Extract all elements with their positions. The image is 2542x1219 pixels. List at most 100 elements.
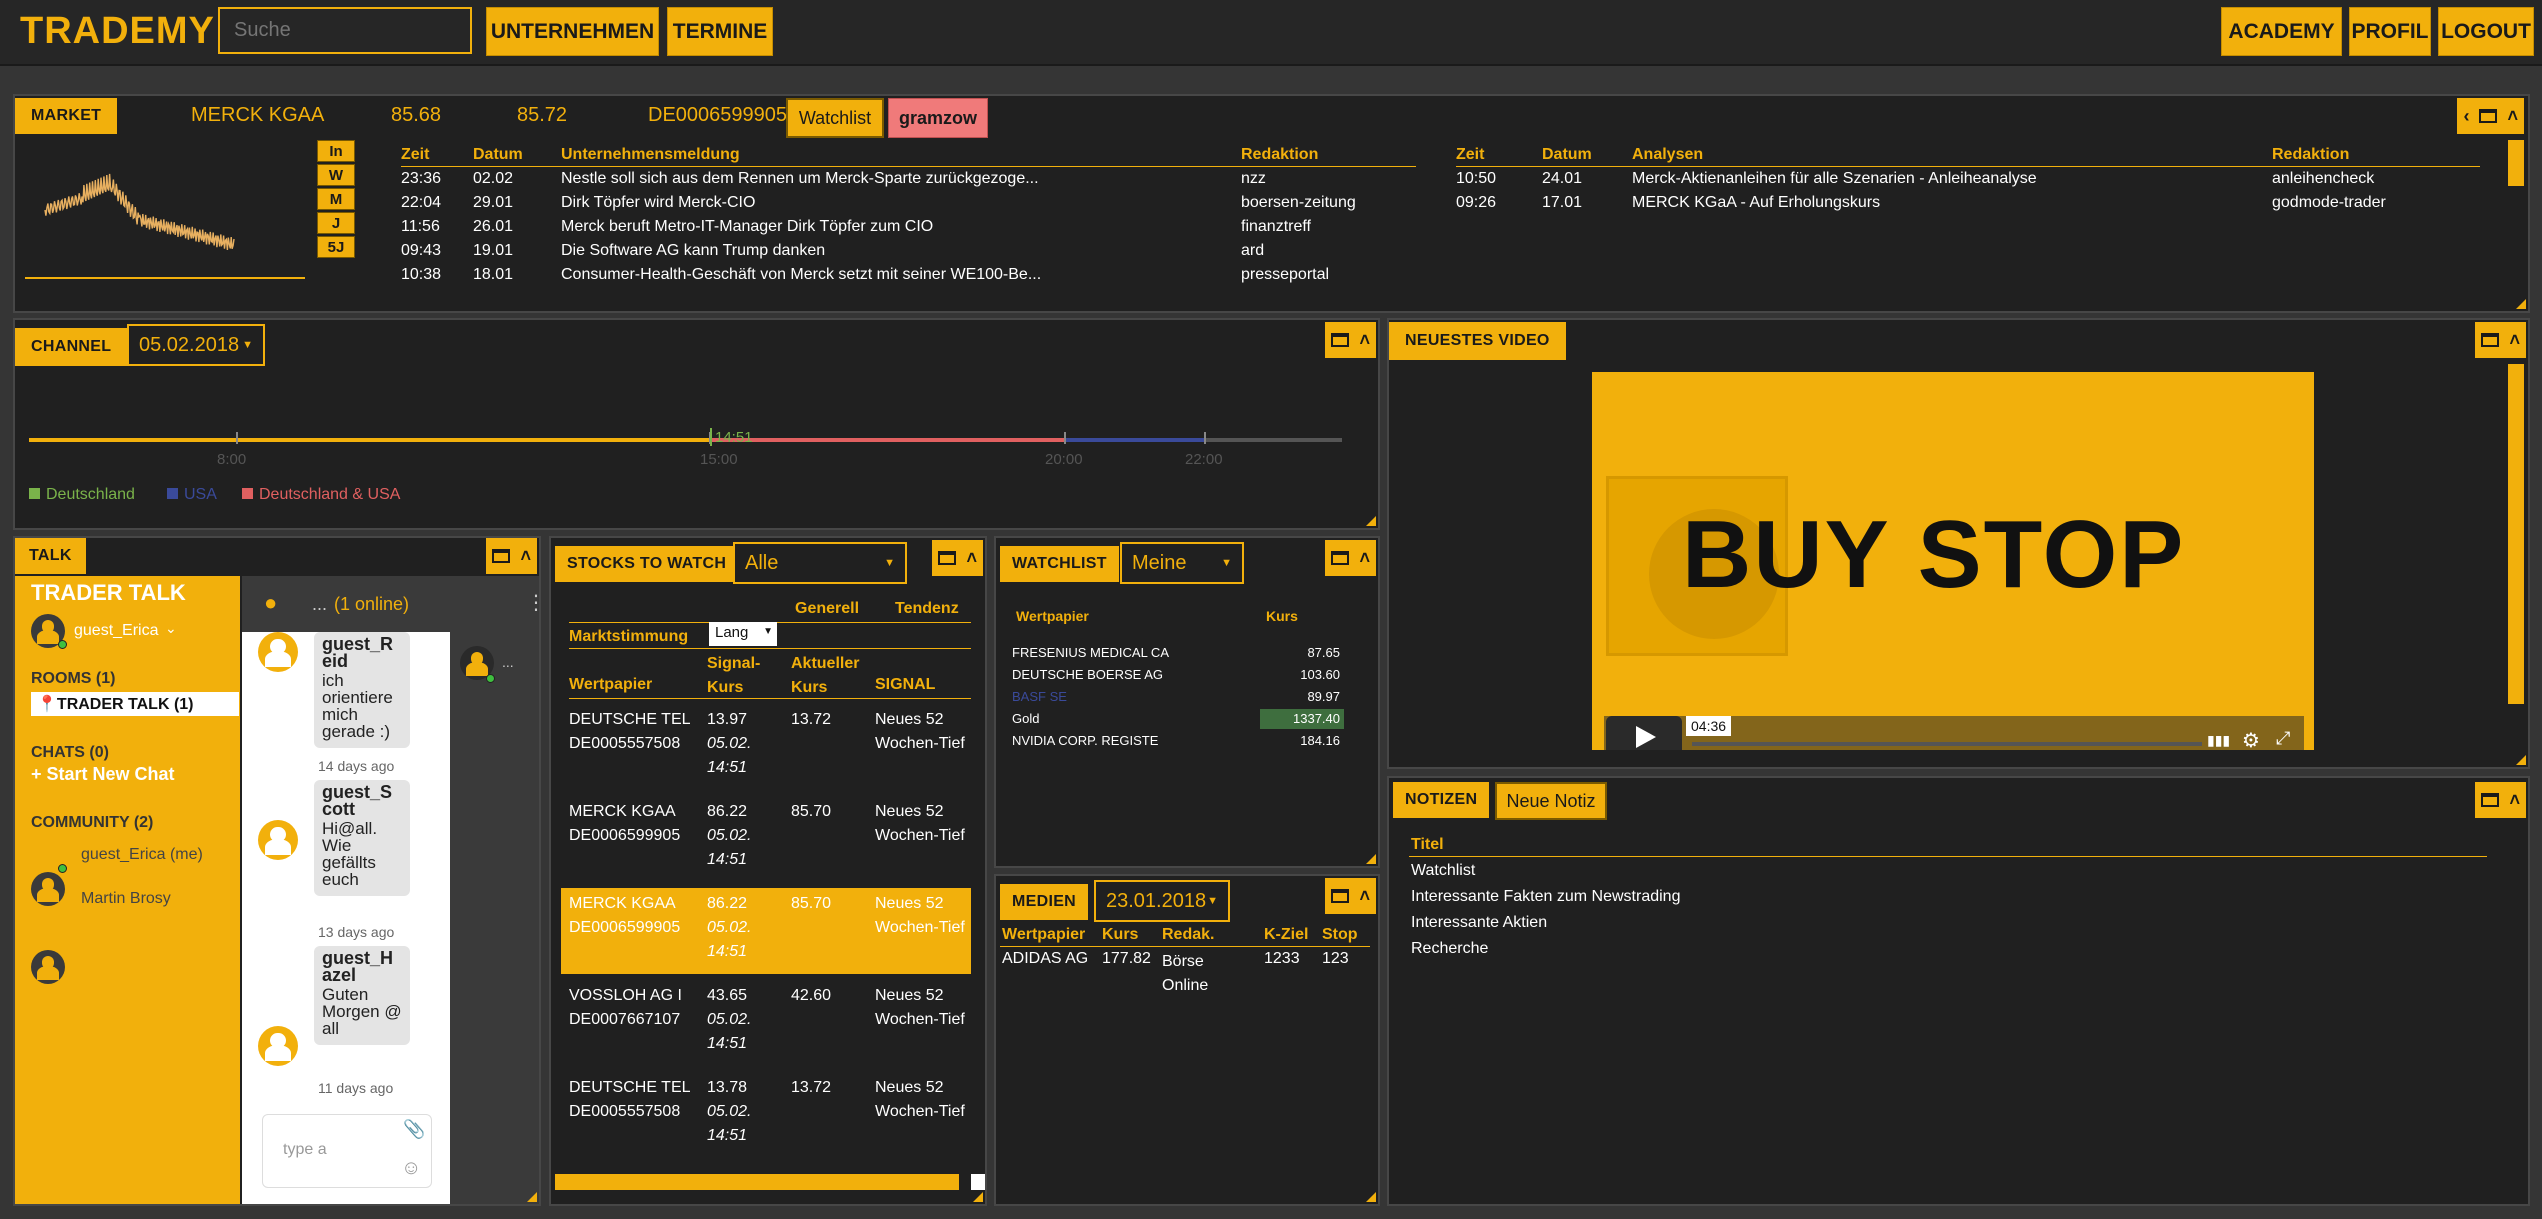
room-item[interactable]: 📍TRADER TALK (1)	[31, 692, 239, 716]
window-icon[interactable]	[1331, 333, 1350, 347]
volume-icon[interactable]: ▮▮▮	[2207, 732, 2230, 749]
chevron-up-icon[interactable]: ˄	[520, 547, 531, 565]
user-name[interactable]: guest_Erica	[74, 622, 159, 640]
watchlist-row[interactable]: DEUTSCHE BOERSE AG 103.60	[1010, 664, 1356, 686]
table-row[interactable]: 23:36 02.02 Nestle soll sich aus dem Renne…	[401, 167, 1416, 192]
channel-date-select[interactable]: 05.02.2018 ▼	[127, 324, 265, 366]
resize-handle[interactable]	[1366, 1192, 1376, 1202]
medien-date-select[interactable]: 23.01.2018 ▼	[1094, 880, 1230, 922]
stock-row[interactable]: DEUTSCHE TEL DE0005557508 13.97 05.02. 14:51…	[561, 704, 971, 790]
table-row[interactable]: 09:43 19.01 Die Software AG kann Trump dan…	[401, 239, 1416, 263]
wl-h-wertpapier: Wertpapier	[1016, 608, 1089, 624]
search-input[interactable]	[218, 7, 472, 54]
nav-unternehmen[interactable]: UNTERNEHMEN	[486, 7, 659, 56]
resize-handle[interactable]	[527, 1192, 537, 1202]
chevron-up-icon[interactable]: ˄	[966, 549, 977, 567]
chevron-up-icon[interactable]: ˄	[1359, 331, 1370, 349]
table-row[interactable]: 22:04 29.01 Dirk Töpfer wird Merck-CIO boer…	[401, 191, 1416, 215]
chevron-up-icon[interactable]: ˄	[2509, 791, 2520, 809]
col-header: Zeit	[1456, 144, 1542, 167]
settings-icon[interactable]: ⚙	[2242, 728, 2260, 750]
new-note-button[interactable]: Neue Notiz	[1495, 782, 1607, 820]
user-button[interactable]: gramzow	[888, 98, 988, 138]
video-scrollbar[interactable]	[2508, 364, 2524, 704]
progress-bar[interactable]	[1692, 742, 2202, 746]
video-player[interactable]: BUY STOP 04:36 ▮▮▮ ⚙ ⤢	[1592, 372, 2314, 750]
stock-row[interactable]: MERCK KGAA DE0006599905 86.22 05.02. 14:51 85…	[561, 888, 971, 974]
legend-usa: USA	[167, 486, 217, 504]
market-scrollbar[interactable]	[2508, 140, 2524, 186]
chevron-up-icon[interactable]: ˄	[1359, 887, 1370, 905]
attach-icon[interactable]: 📎	[403, 1119, 425, 1140]
market-price-1: 85.68	[391, 104, 442, 126]
watchlist-button[interactable]: Watchlist	[786, 98, 884, 138]
range-w-button[interactable]: W	[317, 164, 355, 186]
window-icon[interactable]	[938, 551, 957, 565]
table-row[interactable]: 11:56 26.01 Merck beruft Metro-IT-Manager …	[401, 215, 1416, 239]
new-chat-link[interactable]: + Start New Chat	[31, 764, 175, 785]
chevron-up-icon[interactable]: ˄	[2507, 107, 2518, 125]
window-icon[interactable]	[2481, 793, 2500, 807]
stocks-filter-select[interactable]: Alle ▼	[733, 542, 907, 584]
window-icon[interactable]	[2479, 109, 2498, 123]
range-m-button[interactable]: M	[317, 188, 355, 210]
h-signal-kurs: Signal-Kurs	[707, 655, 761, 696]
nav-academy[interactable]: ACADEMY	[2221, 7, 2342, 56]
map-pin-icon: ●	[264, 590, 278, 615]
range-j-button[interactable]: J	[317, 212, 355, 234]
resize-handle[interactable]	[1366, 516, 1376, 526]
window-icon[interactable]	[1331, 889, 1350, 903]
resize-handle[interactable]	[2516, 755, 2526, 765]
channel-controls: ˄	[1325, 322, 1376, 358]
more-vertical-icon[interactable]: ⋮	[526, 590, 539, 615]
nav-logout[interactable]: LOGOUT	[2438, 7, 2534, 56]
talk-tab[interactable]: TALK	[15, 538, 86, 574]
window-icon[interactable]	[1331, 551, 1350, 565]
lang-select[interactable]: Lang ▼	[709, 622, 777, 646]
note-item[interactable]: Interessante Fakten zum Newstrading	[1411, 888, 1680, 906]
resize-handle[interactable]	[973, 1192, 983, 1202]
logo[interactable]: TRADEMY	[20, 10, 215, 53]
stock-row[interactable]: MERCK KGAA DE0006599905 86.22 05.02. 14:51 85…	[561, 796, 971, 882]
fullscreen-icon[interactable]: ⤢	[2276, 728, 2290, 749]
watchlist-row[interactable]: NVIDIA CORP. REGISTE 184.16	[1010, 730, 1356, 752]
watchlist-title: WATCHLIST	[1000, 546, 1119, 582]
play-icon[interactable]	[1606, 716, 1682, 750]
tick-15: 15:00	[700, 451, 738, 468]
watchlist-row[interactable]: BASF SE 89.97	[1010, 686, 1356, 708]
talk-sidebar: TRADER TALK guest_Erica ⌄ ROOMS (1) 📍TRA…	[15, 576, 240, 1204]
stocks-hscroll[interactable]	[555, 1174, 959, 1190]
nav-termine[interactable]: TERMINE	[667, 7, 773, 56]
chevron-down-icon[interactable]: ⌄	[165, 620, 177, 637]
video-title: NEUESTES VIDEO	[1389, 322, 1566, 360]
chat-input[interactable]: type a 📎 ☺	[262, 1114, 432, 1188]
dropdown-arrow-icon: ▼	[1207, 895, 1218, 907]
table-row[interactable]: 09:26 17.01 MERCK KGaA - Auf Erholungskurs…	[1456, 191, 2480, 215]
range-5j-button[interactable]: 5J	[317, 236, 355, 258]
member-2[interactable]: Martin Brosy	[81, 890, 171, 908]
resize-handle[interactable]	[2516, 299, 2526, 309]
member-1[interactable]: guest_Erica (me)	[81, 846, 203, 864]
chevron-up-icon[interactable]: ˄	[1359, 549, 1370, 567]
window-icon[interactable]	[492, 549, 511, 563]
resize-handle[interactable]	[1366, 854, 1376, 864]
message-avatar	[258, 632, 298, 672]
note-item[interactable]: Watchlist	[1411, 862, 1475, 880]
emoji-icon[interactable]: ☺	[401, 1157, 421, 1180]
table-row[interactable]: 10:50 24.01 Merck-Aktienanleihen für alle …	[1456, 167, 2480, 192]
notizen-header: Titel	[1411, 836, 1444, 853]
window-icon[interactable]	[2481, 333, 2500, 347]
watchlist-filter-select[interactable]: Meine ▼	[1120, 542, 1244, 584]
range-in-button[interactable]: In	[317, 140, 355, 162]
note-item[interactable]: Recherche	[1411, 940, 1488, 958]
chevron-left-icon[interactable]: ‹	[2463, 107, 2469, 125]
md-wertpapier[interactable]: ADIDAS AG	[1002, 950, 1088, 968]
watchlist-row[interactable]: FRESENIUS MEDICAL CA 87.65	[1010, 642, 1356, 664]
note-item[interactable]: Interessante Aktien	[1411, 914, 1547, 932]
stock-row[interactable]: VOSSLOH AG I DE0007667107 43.65 05.02. 14:51…	[561, 980, 971, 1066]
stock-row[interactable]: DEUTSCHE TEL DE0005557508 13.78 05.02. 14:51…	[561, 1072, 971, 1158]
watchlist-row[interactable]: Gold 1337.40	[1010, 708, 1356, 730]
table-row[interactable]: 10:38 18.01 Consumer-Health-Geschäft von M…	[401, 263, 1416, 287]
chevron-up-icon[interactable]: ˄	[2509, 331, 2520, 349]
nav-profil[interactable]: PROFIL	[2349, 7, 2431, 56]
